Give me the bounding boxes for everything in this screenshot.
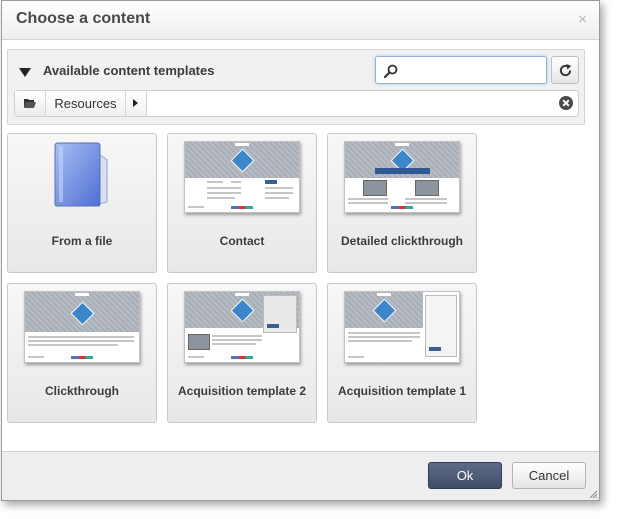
tile-label: Acquisition template 1: [337, 384, 467, 398]
breadcrumb-arrow-icon[interactable]: [126, 91, 147, 116]
templates-panel: Available content templates Resources: [7, 49, 585, 125]
template-thumbnail: [184, 291, 300, 363]
cancel-button[interactable]: Cancel: [512, 462, 586, 489]
dialog-footer: Ok Cancel: [2, 451, 599, 500]
folder-open-button[interactable]: [15, 91, 46, 116]
tile-from-a-file[interactable]: From a file: [7, 133, 157, 273]
tile-label: From a file: [51, 234, 113, 248]
tile-clickthrough[interactable]: Clickthrough: [7, 283, 157, 423]
refresh-icon: [559, 63, 572, 77]
tile-contact[interactable]: Contact: [167, 133, 317, 273]
tile-label: Acquisition template 2: [177, 384, 307, 398]
template-thumbnail: [344, 291, 460, 363]
choose-content-dialog: Choose a content × Available content tem…: [1, 0, 600, 501]
close-icon[interactable]: ×: [578, 11, 587, 28]
folder-icon: [54, 142, 108, 207]
ok-button[interactable]: Ok: [428, 462, 502, 489]
dialog-titlebar: Choose a content ×: [2, 1, 599, 40]
breadcrumb: Resources: [14, 90, 579, 117]
search-box[interactable]: [375, 56, 547, 84]
tile-acquisition-template-1[interactable]: Acquisition template 1: [327, 283, 477, 423]
collapse-triangle-icon[interactable]: [19, 68, 31, 77]
panel-heading: Available content templates: [43, 63, 215, 78]
tile-label: Contact: [219, 234, 265, 248]
tile-acquisition-template-2[interactable]: Acquisition template 2: [167, 283, 317, 423]
resize-grip-icon[interactable]: [589, 490, 598, 499]
clear-icon[interactable]: [559, 96, 573, 110]
dialog-title: Choose a content: [16, 10, 151, 27]
refresh-button[interactable]: [551, 56, 579, 84]
search-icon: [383, 64, 398, 79]
tile-label: Detailed clickthrough: [340, 234, 464, 248]
tile-detailed-clickthrough[interactable]: Detailed clickthrough: [327, 133, 477, 273]
folder-open-icon: [24, 99, 36, 108]
tile-label: Clickthrough: [45, 384, 119, 398]
template-thumbnail: [344, 141, 460, 213]
template-thumbnail: [184, 141, 300, 213]
template-thumbnail: [24, 291, 140, 363]
breadcrumb-item-resources[interactable]: Resources: [46, 91, 126, 116]
search-input[interactable]: [402, 61, 544, 81]
